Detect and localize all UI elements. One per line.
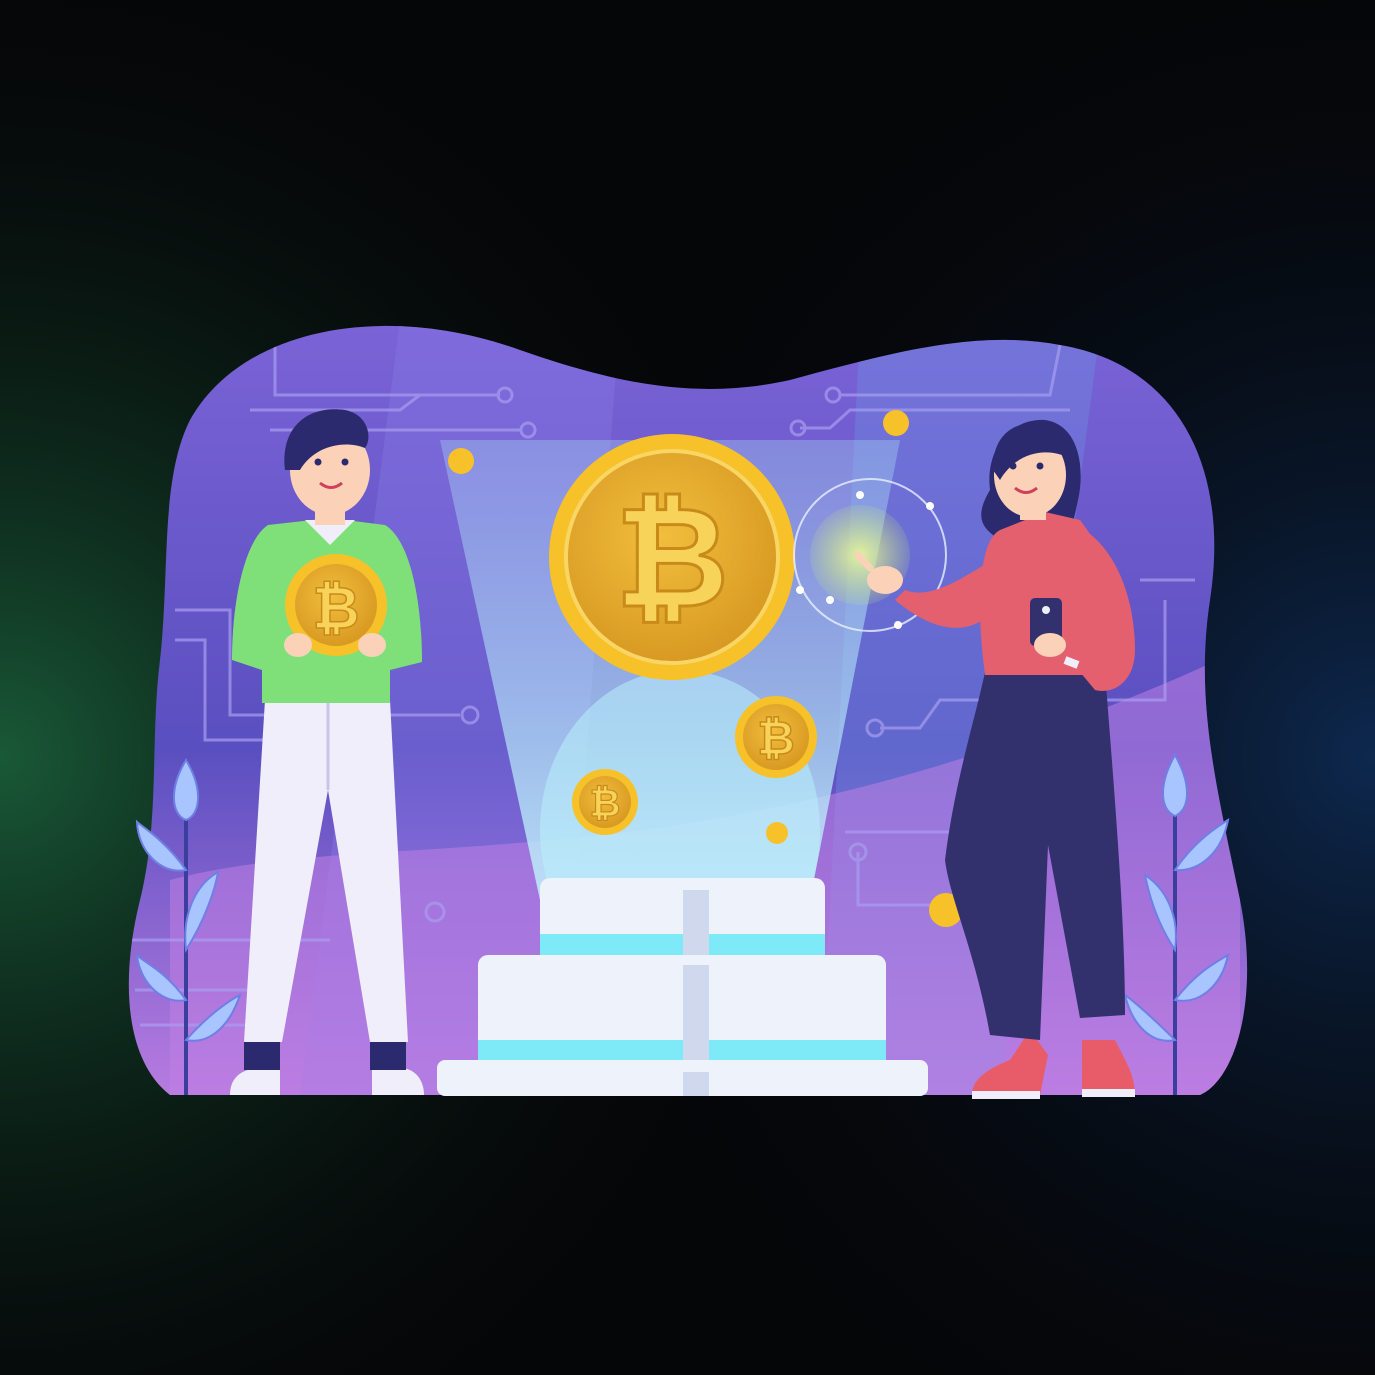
svg-text:₿: ₿	[615, 477, 729, 640]
svg-text:₿: ₿	[590, 781, 621, 825]
svg-text:₿: ₿	[757, 711, 795, 765]
bitcoin-coin-icon: ₿	[549, 434, 795, 680]
floating-dot	[766, 822, 788, 844]
bitcoin-coin-icon: ₿	[312, 574, 359, 642]
bitcoin-coin-icon: ₿	[572, 769, 638, 835]
illustration-canvas: ₿ ₿ ₿ ₿	[0, 0, 1375, 1375]
bitcoin-coin-icon: ₿	[735, 696, 817, 778]
floating-dot	[883, 410, 909, 436]
floating-dot	[448, 448, 474, 474]
